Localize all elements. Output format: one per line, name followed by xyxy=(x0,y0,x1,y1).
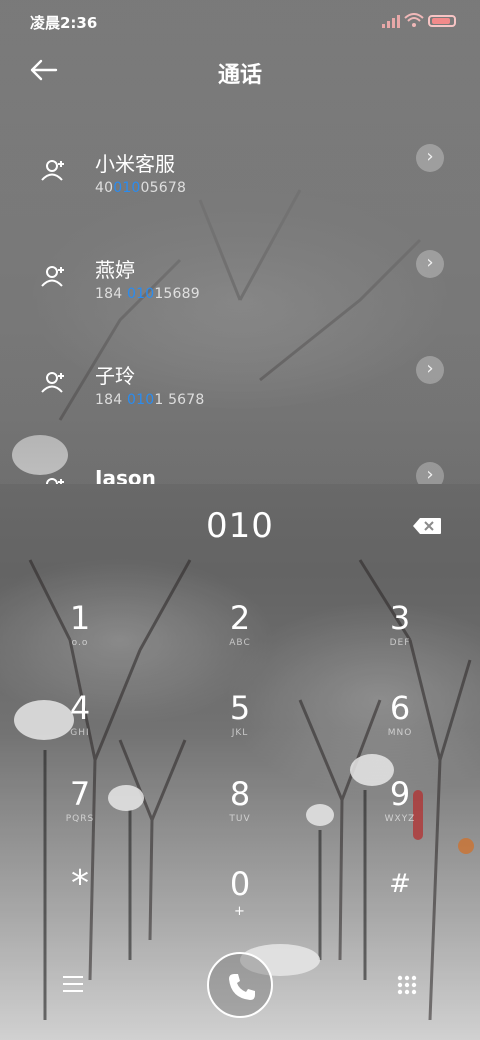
key-8[interactable]: 8 TUV xyxy=(190,766,290,856)
key-digit: 7 xyxy=(69,775,91,813)
key-letters: o.o xyxy=(71,638,89,648)
key-letters xyxy=(350,904,450,916)
key-digit: # xyxy=(389,869,411,899)
key-letters: ABC xyxy=(229,638,251,648)
chevron-right-icon[interactable]: › xyxy=(416,356,444,384)
key-star[interactable]: * xyxy=(30,856,130,946)
contact-row[interactable]: Jason › xyxy=(0,452,480,484)
key-hash[interactable]: # xyxy=(350,856,450,946)
key-0[interactable]: 0 + xyxy=(190,856,290,946)
backspace-icon[interactable] xyxy=(412,517,442,535)
keypad-grid-icon[interactable] xyxy=(397,975,417,995)
key-1[interactable]: 1 o.o xyxy=(30,590,130,680)
key-letters: DEF xyxy=(389,638,411,648)
signal-icon xyxy=(382,15,400,28)
key-letters: PQRS xyxy=(65,814,95,824)
contact-name: Jason xyxy=(95,466,156,484)
key-digit: * xyxy=(71,863,89,904)
contact-person-icon xyxy=(46,478,64,484)
key-digit: 6 xyxy=(389,689,411,727)
contact-number: 4001005678 xyxy=(95,180,187,196)
phone-icon xyxy=(229,974,255,1000)
key-digit: 3 xyxy=(389,599,411,637)
contact-name: 燕婷 xyxy=(95,258,135,282)
call-button[interactable] xyxy=(207,952,273,1018)
key-digit: 0 xyxy=(229,865,251,903)
key-letters: TUV xyxy=(229,814,251,824)
contact-name: 子玲 xyxy=(95,364,135,388)
key-7[interactable]: 7 PQRS xyxy=(30,766,130,856)
contact-number: 184 01015689 xyxy=(95,286,200,302)
chevron-right-icon[interactable]: › xyxy=(416,250,444,278)
contact-person-icon xyxy=(41,266,64,287)
dial-number-display: 010 xyxy=(206,506,274,546)
key-letters xyxy=(30,904,130,916)
key-letters: + xyxy=(234,904,246,919)
contact-row[interactable]: 小米客服 4001005678 › xyxy=(0,134,480,240)
menu-icon[interactable] xyxy=(63,975,83,993)
key-3[interactable]: 3 DEF xyxy=(350,590,450,680)
contact-row[interactable]: 燕婷 184 01015689 › xyxy=(0,240,480,346)
chevron-right-icon[interactable]: › xyxy=(416,144,444,172)
key-digit: 4 xyxy=(69,689,91,727)
number-match-highlight: 010 xyxy=(113,180,141,196)
contact-row[interactable]: 子玲 184 0101 5678 › xyxy=(0,346,480,452)
contact-name: 小米客服 xyxy=(95,152,175,176)
contact-person-icon xyxy=(41,372,64,393)
key-4[interactable]: 4 GHI xyxy=(30,680,130,770)
wifi-icon xyxy=(404,13,424,27)
key-digit: 2 xyxy=(229,599,251,637)
key-digit: 9 xyxy=(389,775,411,813)
key-digit: 1 xyxy=(69,599,91,637)
contact-person-icon xyxy=(41,160,64,181)
page-title: 通话 xyxy=(217,63,262,88)
key-5[interactable]: 5 JKL xyxy=(190,680,290,770)
chevron-right-icon[interactable]: › xyxy=(416,462,444,484)
contact-number: 184 0101 5678 xyxy=(95,392,205,408)
status-time: 凌晨2:36 xyxy=(30,14,98,32)
key-letters: WXYZ xyxy=(384,814,416,824)
key-2[interactable]: 2 ABC xyxy=(190,590,290,680)
number-match-highlight: 010 xyxy=(126,392,155,408)
key-letters: MNO xyxy=(387,728,413,738)
battery-icon xyxy=(428,15,456,27)
key-6[interactable]: 6 MNO xyxy=(350,680,450,770)
number-match-highlight: 010 xyxy=(126,286,155,302)
key-9[interactable]: 9 WXYZ xyxy=(350,766,450,856)
key-letters: JKL xyxy=(231,728,249,738)
key-letters: GHI xyxy=(70,728,90,738)
key-digit: 5 xyxy=(229,689,251,727)
key-digit: 8 xyxy=(229,775,251,813)
status-bar: 凌晨2:36 xyxy=(0,0,480,44)
